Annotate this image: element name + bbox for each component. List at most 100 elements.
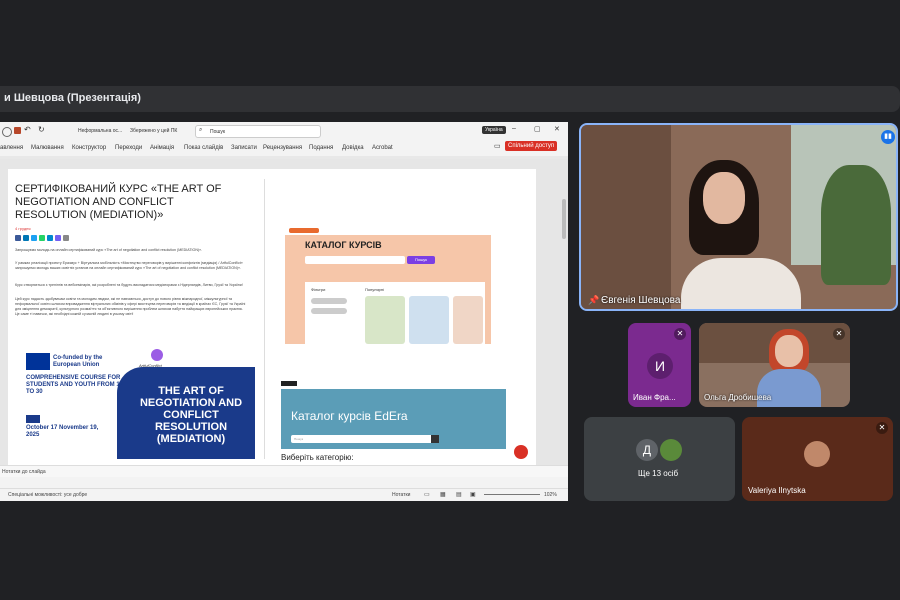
filter-pill	[311, 298, 347, 304]
search-box[interactable]: ⌕ Пошук	[195, 125, 321, 138]
slide-paragraph-4: Цей курс надасть здобувачам освіти та мо…	[15, 297, 246, 316]
participant-tile-olga[interactable]: ✕ Ольга Дробишева	[699, 323, 850, 407]
tab-review[interactable]: Рецензування	[263, 145, 302, 151]
filters-label: Фільтри	[311, 287, 326, 292]
slideshow-view-icon[interactable]: ▣	[470, 491, 476, 498]
speaker-tile[interactable]: ▮▮ 📌 Євгенія Шевцова	[579, 123, 898, 311]
slide-divider	[264, 179, 265, 459]
eu-flag-icon	[26, 353, 50, 370]
tab-design[interactable]: Конструктор	[72, 145, 106, 151]
speaker-sweater	[681, 258, 801, 309]
tab-transitions[interactable]: Переходи	[115, 145, 142, 151]
participant-name: Иван Фра...	[633, 393, 676, 402]
tab-help[interactable]: Довідка	[342, 145, 364, 151]
notes-pane[interactable]: Нотатки до слайда	[0, 465, 568, 477]
facebook-icon	[15, 235, 21, 241]
tab-animations[interactable]: Анімація	[150, 145, 174, 151]
notes-toggle[interactable]: Нотатки	[392, 492, 410, 498]
saved-status[interactable]: Збережено у цей ПК	[130, 128, 177, 134]
autosave-icon[interactable]	[2, 127, 12, 137]
zoom-slider[interactable]	[484, 494, 540, 495]
catalog-screenshot-1: КАТАЛОГ КУРСІВ Пошук Фільтри Популярні	[285, 226, 491, 344]
avatar-emblem	[660, 439, 682, 461]
tab-acrobat[interactable]: Acrobat	[372, 145, 393, 151]
artfulconflict-logo	[151, 349, 163, 361]
course-subtitle: COMPREHENSIVE COURSE FOR STUDENTS AND YO…	[26, 375, 124, 395]
undo-icon[interactable]: ↶	[24, 125, 31, 134]
file-name: Неформальна ос...	[78, 128, 123, 134]
search-icon: ⌕	[199, 127, 203, 133]
course-card	[409, 296, 449, 344]
maximize-icon[interactable]: ▢	[534, 125, 541, 133]
participant-name: Valeriya Ilnytska	[748, 486, 806, 495]
edera-logo	[281, 381, 297, 386]
catalog2-search: Пошук	[291, 435, 439, 443]
viber-icon	[55, 235, 61, 241]
presentation-window[interactable]: ↶ ↻ Неформальна ос... Збережено у цей ПК…	[0, 122, 568, 501]
sorter-view-icon[interactable]: ▦	[440, 491, 446, 498]
speaker-face	[703, 172, 745, 224]
notes-placeholder: Нотатки до слайда	[2, 469, 46, 475]
popular-label: Популярні	[365, 287, 384, 292]
participant-face	[775, 335, 803, 367]
slide-paragraph-3: Курс створюється з тренінгів та вебсемін…	[15, 283, 243, 287]
tab-draw[interactable]: Малювання	[31, 145, 64, 151]
reading-view-icon[interactable]: ▤	[456, 491, 462, 498]
catalog2-title: Каталог курсів EdEra	[291, 409, 408, 423]
speaking-indicator-icon: ▮▮	[881, 130, 895, 144]
avatar: Д	[636, 439, 658, 461]
calendar-icon	[26, 415, 40, 423]
close-icon[interactable]: ✕	[554, 125, 560, 133]
share-button[interactable]: Спільний доступ	[505, 141, 558, 151]
mic-off-icon: ✕	[833, 328, 845, 340]
participant-tile-ivan[interactable]: ✕ И Иван Фра...	[628, 323, 691, 407]
filter-pill	[311, 308, 347, 314]
share-more-icon	[63, 235, 69, 241]
minimize-icon[interactable]: –	[512, 125, 516, 132]
tab-slideshow[interactable]: Показ слайдів	[184, 145, 223, 151]
accessibility-status[interactable]: Спеціальні можливості: усе добре	[8, 492, 87, 498]
course-card	[453, 296, 483, 344]
presenter-bar: и Шевцова (Презентація)	[0, 86, 900, 112]
cofunded-label: Co-funded by the European Union	[53, 355, 103, 368]
slide-title: СЕРТИФІКОВАНИЙ КУРС «THE ART OF NEGOTIAT…	[15, 183, 222, 221]
background-plant	[821, 165, 891, 285]
banner-title: THE ART OF NEGOTIATION AND CONFLICT RESO…	[139, 385, 243, 445]
twitter-icon	[31, 235, 37, 241]
catalog1-search	[305, 256, 405, 264]
participant-tile-valeriya[interactable]: ✕ Valeriya Ilnytska	[742, 417, 893, 501]
normal-view-icon[interactable]: ▭	[424, 491, 430, 498]
tab-record[interactable]: Записати	[231, 145, 257, 151]
slide[interactable]: СЕРТИФІКОВАНИЙ КУРС «THE ART OF NEGOTIAT…	[8, 169, 536, 465]
whatsapp-icon	[39, 235, 45, 241]
slide-canvas[interactable]: СЕРТИФІКОВАНИЙ КУРС «THE ART OF NEGOTIAT…	[0, 159, 568, 465]
presenter-label: и Шевцова (Презентація)	[4, 92, 141, 104]
participant-name: Ольга Дробишева	[704, 393, 772, 402]
avatar: И	[647, 353, 673, 379]
speaker-video	[681, 160, 801, 309]
redo-icon[interactable]: ↻	[38, 125, 45, 134]
course-dates: October 17 November 19, 2025	[26, 425, 99, 438]
catalog1-title: КАТАЛОГ КУРСІВ	[305, 240, 382, 250]
mic-off-icon: ✕	[876, 422, 888, 434]
catalog-screenshot-2: Каталог курсів EdEra Пошук Виберіть кате…	[278, 379, 508, 465]
more-participants-tile[interactable]: Д Ще 13 осіб	[584, 417, 735, 501]
account-badge[interactable]: Україна	[482, 126, 506, 134]
app-titlebar: ↶ ↻ Неформальна ос... Збережено у цей ПК…	[0, 122, 568, 140]
course-card	[365, 296, 405, 344]
pin-icon[interactable]: 📌	[588, 295, 599, 306]
tab-view[interactable]: Подання	[309, 145, 333, 151]
tab-home[interactable]: авлення	[0, 145, 23, 151]
background-wall	[581, 125, 671, 309]
scrollbar[interactable]	[562, 199, 566, 239]
comments-icon[interactable]: ▭	[494, 142, 501, 150]
slide-date: 4 грудня	[15, 226, 31, 231]
catalog1-nav	[285, 226, 491, 235]
prometheus-logo	[289, 228, 319, 233]
catalog2-search-icon	[431, 435, 439, 443]
catalog2-subtitle: Виберіть категорію:	[281, 453, 354, 462]
zoom-level[interactable]: 102%	[544, 492, 557, 498]
save-icon[interactable]	[14, 127, 21, 134]
search-placeholder: Пошук	[210, 129, 226, 135]
speaker-name: Євгенія Шевцова	[601, 295, 681, 306]
